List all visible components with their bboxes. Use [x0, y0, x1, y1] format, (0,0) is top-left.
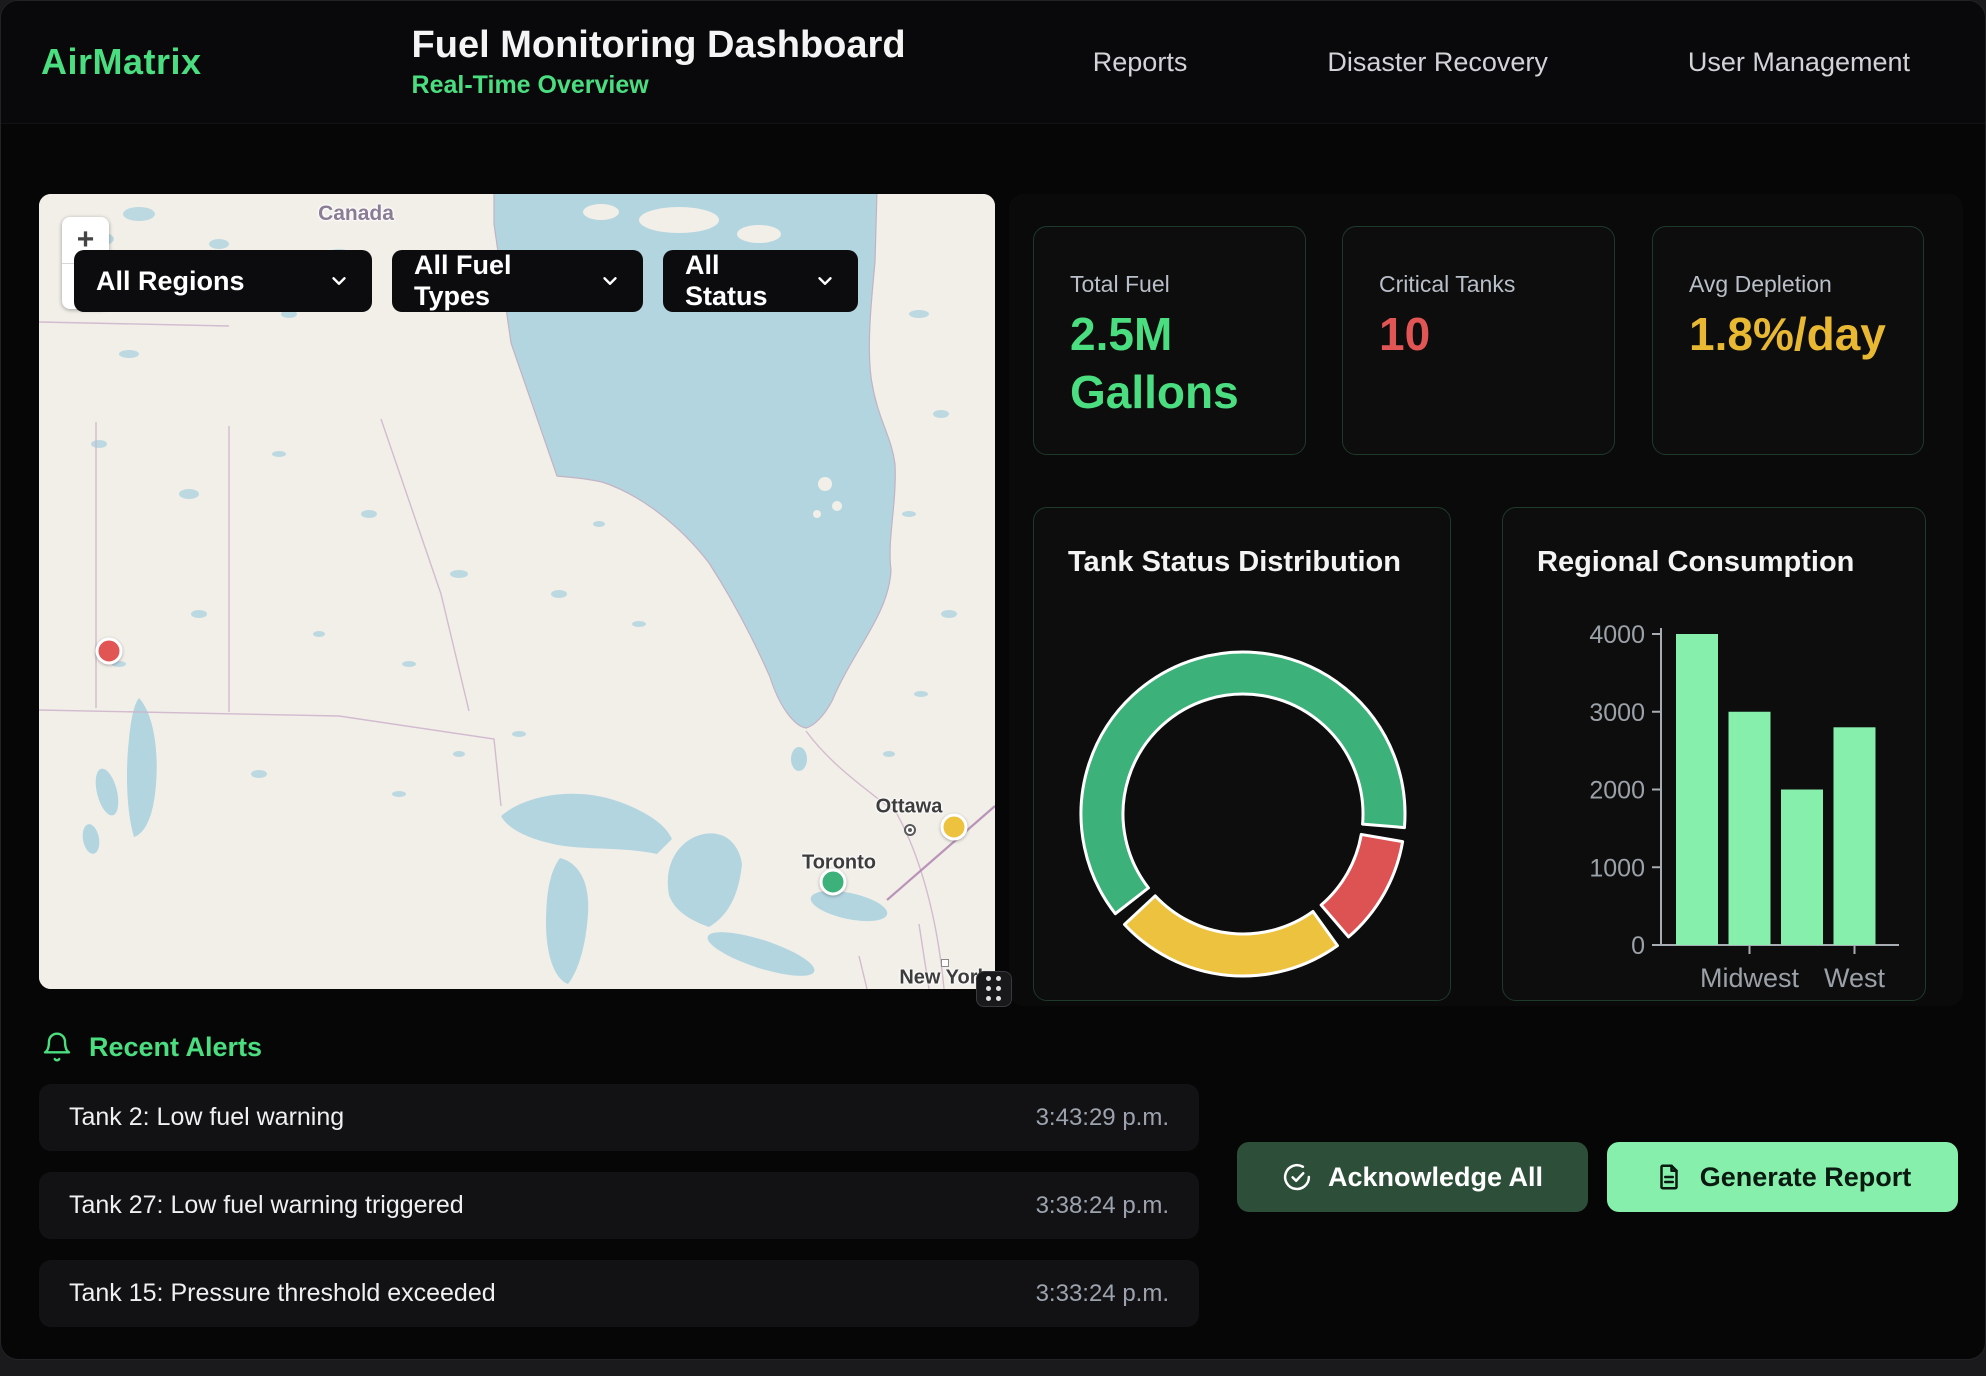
- stat-value: 1.8%/​day: [1689, 306, 1893, 364]
- check-circle-icon: [1282, 1162, 1312, 1192]
- stat-card-critical-tanks: Critical Tanks 10: [1342, 226, 1615, 455]
- main-nav: Reports Disaster Recovery User Managemen…: [1093, 47, 1985, 78]
- alert-timestamp: 3:43:29 p.m.: [1036, 1104, 1169, 1132]
- stat-label: Critical Tanks: [1379, 271, 1614, 298]
- svg-text:0: 0: [1631, 932, 1645, 960]
- tank-status-chart-card: Tank Status Distribution: [1033, 507, 1451, 1001]
- alert-row[interactable]: Tank 15: Pressure threshold exceeded 3:3…: [39, 1260, 1199, 1327]
- status-filter-select[interactable]: All Status: [663, 250, 858, 312]
- generate-report-label: Generate Report: [1700, 1162, 1912, 1193]
- regional-consumption-bar-chart: 0 1000 2000 3000 4000 Midwest West: [1503, 508, 1927, 1002]
- chevron-down-icon: [599, 270, 621, 292]
- regional-consumption-chart-card: Regional Consumption 01000200030004000Mi…: [1502, 507, 1926, 1001]
- region-filter-select[interactable]: All Regions: [74, 250, 372, 312]
- alert-row[interactable]: Tank 27: Low fuel warning triggered 3:38…: [39, 1172, 1199, 1239]
- alert-message: Tank 15: Pressure threshold exceeded: [69, 1279, 496, 1308]
- bell-icon: [41, 1031, 73, 1063]
- ottawa-town-icon: [904, 824, 916, 836]
- svg-text:West: West: [1824, 963, 1886, 993]
- chevron-down-icon: [328, 270, 350, 292]
- region-filter-label: All Regions: [96, 266, 245, 297]
- acknowledge-all-button[interactable]: Acknowledge All: [1237, 1142, 1588, 1212]
- brand-logo: AirMatrix: [41, 41, 202, 83]
- svg-text:2000: 2000: [1589, 777, 1645, 805]
- status-filter-label: All Status: [685, 250, 786, 312]
- nav-reports[interactable]: Reports: [1093, 47, 1188, 78]
- alert-timestamp: 3:38:24 p.m.: [1036, 1192, 1169, 1220]
- stat-value: 10: [1379, 306, 1584, 364]
- page-title: Fuel Monitoring Dashboard: [412, 24, 906, 68]
- acknowledge-all-label: Acknowledge All: [1328, 1162, 1543, 1193]
- page-subtitle: Real-Time Overview: [412, 71, 906, 100]
- alert-message: Tank 27: Low fuel warning triggered: [69, 1191, 464, 1220]
- stat-label: Total Fuel: [1070, 271, 1305, 298]
- document-icon: [1654, 1162, 1684, 1192]
- tank-status-doughnut-chart: [1034, 508, 1452, 1002]
- alert-message: Tank 2: Low fuel warning: [69, 1103, 344, 1132]
- generate-report-button[interactable]: Generate Report: [1607, 1142, 1958, 1212]
- fuel-type-filter-select[interactable]: All Fuel Types: [392, 250, 643, 312]
- chevron-down-icon: [814, 270, 836, 292]
- stat-card-avg-depletion: Avg Depletion 1.8%/​day: [1652, 226, 1924, 455]
- map-resize-handle[interactable]: [976, 971, 1012, 1007]
- nav-user-management[interactable]: User Management: [1688, 47, 1910, 78]
- fuel-map[interactable]: + − All Regions All Fuel Types All Statu…: [39, 194, 995, 989]
- nav-disaster-recovery[interactable]: Disaster Recovery: [1327, 47, 1548, 78]
- stat-value: 2.5M Gallons: [1070, 306, 1275, 422]
- tank-marker-critical[interactable]: [96, 638, 123, 665]
- title-block: Fuel Monitoring Dashboard Real-Time Over…: [412, 24, 906, 101]
- svg-text:1000: 1000: [1589, 854, 1645, 882]
- alert-timestamp: 3:33:24 p.m.: [1036, 1280, 1169, 1308]
- tank-marker-warning[interactable]: [941, 814, 968, 841]
- stat-label: Avg Depletion: [1689, 271, 1923, 298]
- tank-marker-normal[interactable]: [820, 869, 847, 896]
- alerts-header: Recent Alerts: [41, 1031, 262, 1063]
- map-label-canada: Canada: [318, 202, 394, 226]
- svg-text:Midwest: Midwest: [1700, 963, 1800, 993]
- map-filters: All Regions All Fuel Types All Status: [74, 250, 858, 312]
- svg-text:4000: 4000: [1589, 621, 1645, 649]
- map-label-ottawa: Ottawa: [876, 796, 943, 819]
- header: AirMatrix Fuel Monitoring Dashboard Real…: [1, 1, 1985, 124]
- alerts-title: Recent Alerts: [89, 1032, 262, 1063]
- fuel-type-filter-label: All Fuel Types: [414, 250, 571, 312]
- alert-row[interactable]: Tank 2: Low fuel warning 3:43:29 p.m.: [39, 1084, 1199, 1151]
- svg-text:3000: 3000: [1589, 699, 1645, 727]
- dashboard-app: AirMatrix Fuel Monitoring Dashboard Real…: [0, 0, 1986, 1360]
- stat-card-total-fuel: Total Fuel 2.5M Gallons: [1033, 226, 1306, 455]
